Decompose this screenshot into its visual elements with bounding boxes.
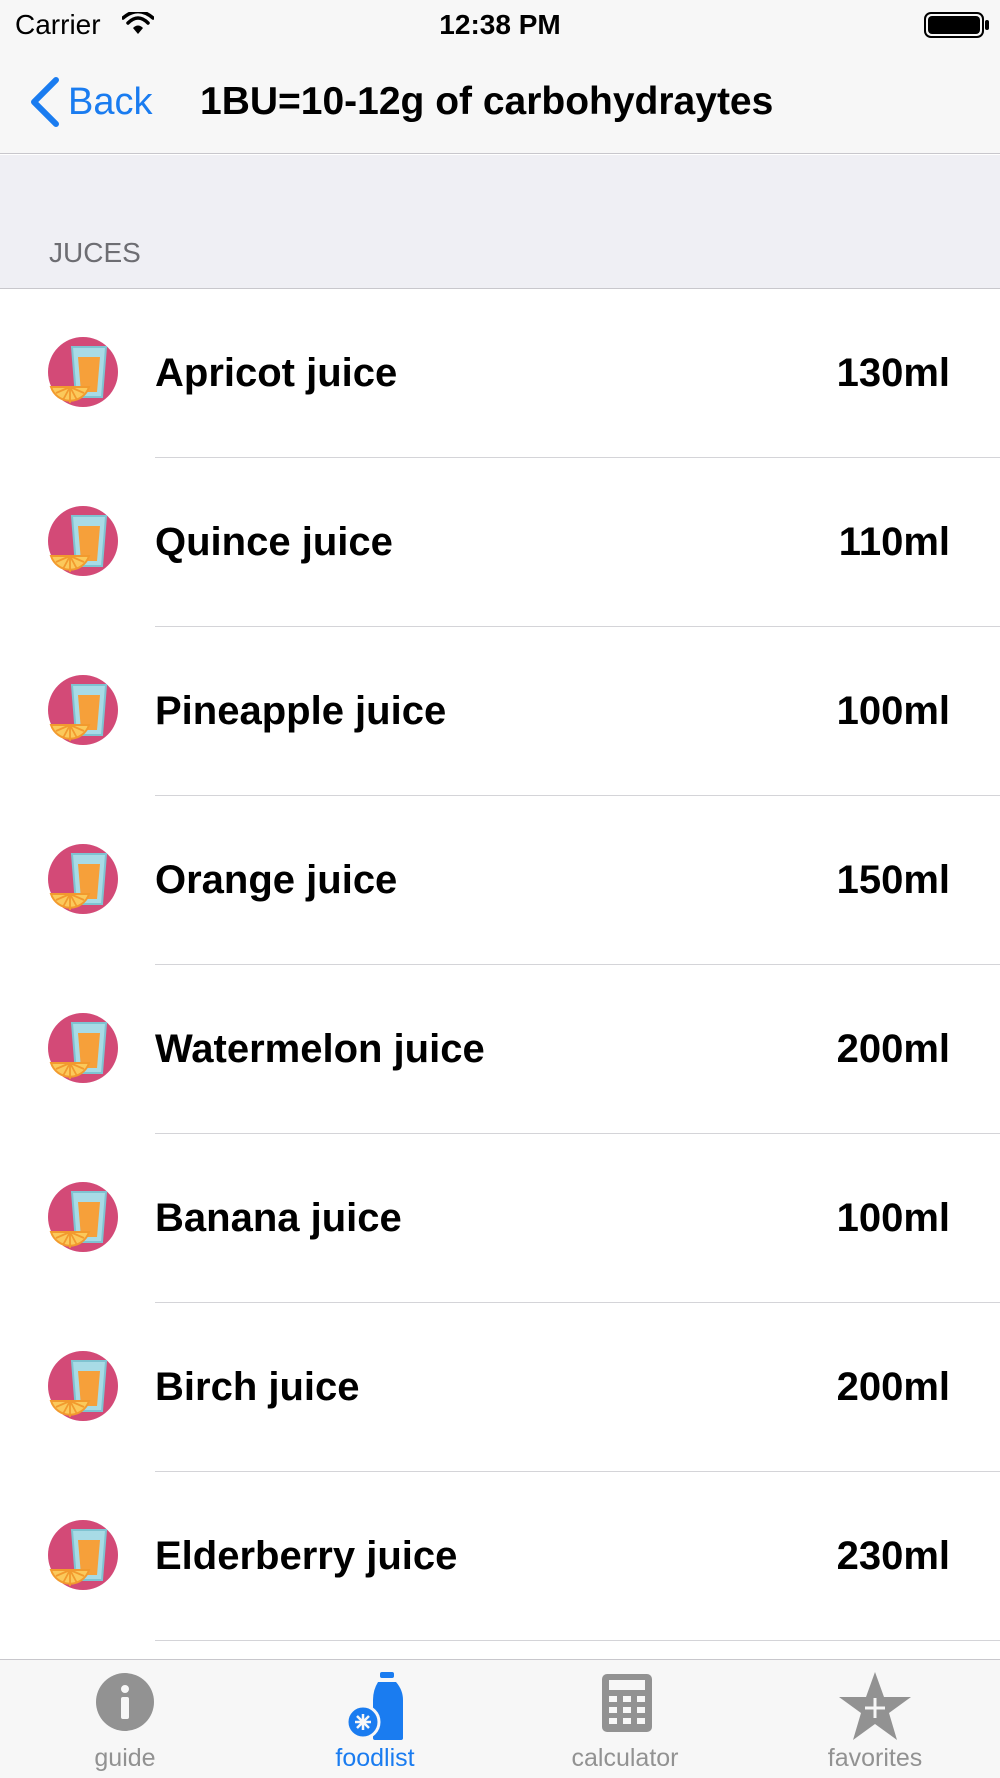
back-button[interactable]: Back [28, 74, 152, 130]
bottle-icon [345, 1672, 403, 1740]
tab-label-guide: guide [94, 1744, 156, 1772]
calculator-icon [602, 1674, 652, 1732]
list-item[interactable]: Banana juice 100ml [0, 1134, 1000, 1303]
section-header: JUCES [0, 155, 1000, 289]
section-title: JUCES [49, 237, 141, 268]
list-item[interactable]: Apricot juice 130ml [0, 289, 1000, 458]
star-plus-icon [839, 1672, 911, 1740]
info-icon [96, 1673, 154, 1731]
item-amount: 150ml [836, 858, 950, 902]
item-name: Elderberry juice [155, 1534, 458, 1578]
list-item[interactable]: Birch juice 200ml [0, 1303, 1000, 1472]
battery-icon [924, 12, 989, 38]
item-amount: 200ml [836, 1365, 950, 1409]
item-amount: 110ml [838, 520, 950, 564]
page-title: 1BU=10-12g of carbohydraytes [200, 80, 774, 123]
tab-favorites[interactable]: favorites [750, 1660, 1000, 1778]
tab-label-calculator: calculator [571, 1744, 679, 1772]
list-item[interactable]: Elderberry juice 230ml [0, 1472, 1000, 1641]
juice-glass-icon [48, 675, 118, 745]
juice-glass-icon [48, 337, 118, 407]
chevron-left-icon [31, 77, 59, 127]
navigation-bar: Back 1BU=10-12g of carbohydraytes [0, 50, 1000, 154]
food-list: Apricot juice 130ml Quince juice 110ml P… [0, 289, 1000, 1641]
item-amount: 100ml [836, 1196, 950, 1240]
back-label: Back [68, 80, 153, 123]
item-name: Banana juice [155, 1196, 402, 1240]
divider [155, 1640, 1000, 1641]
tab-guide[interactable]: guide [0, 1660, 250, 1778]
tab-calculator[interactable]: calculator [500, 1660, 750, 1778]
item-amount: 100ml [836, 689, 950, 733]
list-item[interactable]: Pineapple juice 100ml [0, 627, 1000, 796]
item-amount: 130ml [836, 351, 950, 395]
status-bar: Carrier 12:38 PM [0, 0, 1000, 50]
tab-foodlist[interactable]: foodlist [250, 1660, 500, 1778]
tab-label-favorites: favorites [827, 1744, 923, 1772]
item-name: Orange juice [155, 858, 398, 902]
item-name: Quince juice [155, 520, 393, 564]
item-name: Apricot juice [155, 351, 398, 395]
item-amount: 230ml [836, 1534, 950, 1578]
list-item[interactable]: Orange juice 150ml [0, 796, 1000, 965]
juice-glass-icon [48, 506, 118, 576]
item-name: Pineapple juice [155, 689, 447, 733]
item-amount: 200ml [836, 1027, 950, 1071]
juice-glass-icon [48, 1351, 118, 1421]
list-item[interactable]: Quince juice 110ml [0, 458, 1000, 627]
juice-glass-icon [48, 1520, 118, 1590]
item-name: Birch juice [155, 1365, 360, 1409]
juice-glass-icon [48, 1013, 118, 1083]
juice-glass-icon [48, 1182, 118, 1252]
juice-glass-icon [48, 844, 118, 914]
tab-bar: guide foodlist calculator favorites [0, 1659, 1000, 1778]
tab-label-foodlist: foodlist [335, 1744, 415, 1772]
item-name: Watermelon juice [155, 1027, 485, 1071]
list-item[interactable]: Watermelon juice 200ml [0, 965, 1000, 1134]
clock: 12:38 PM [439, 9, 561, 40]
